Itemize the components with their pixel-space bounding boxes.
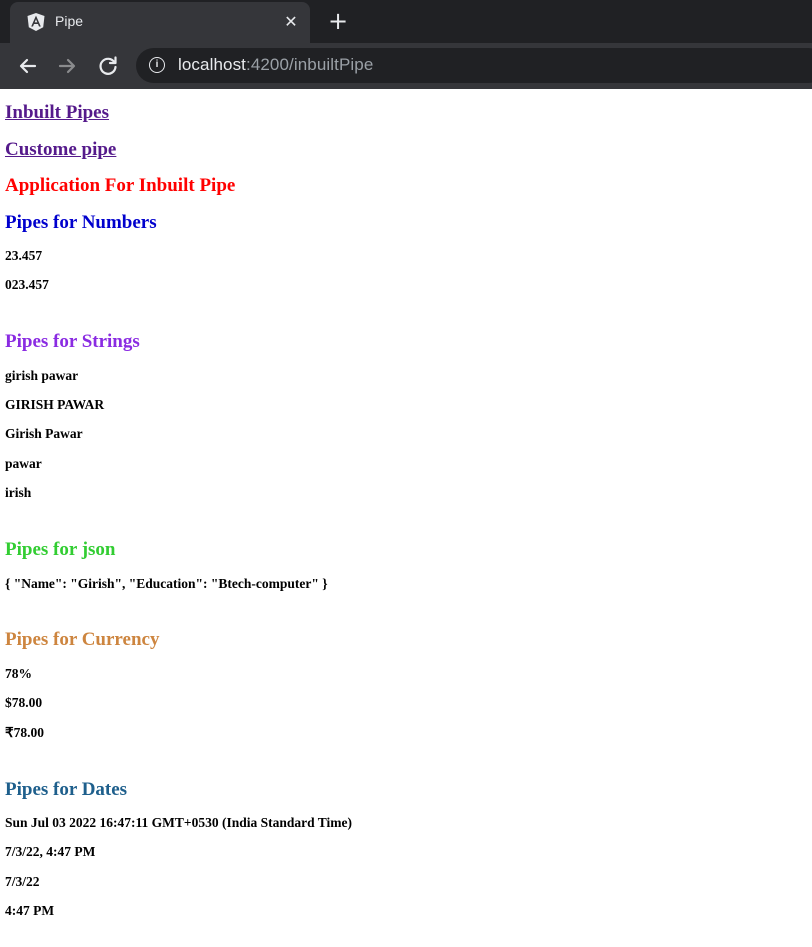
heading-json: Pipes for json <box>5 539 116 560</box>
reload-icon[interactable] <box>95 53 121 79</box>
tab-strip: Pipe ✕ + <box>0 0 812 43</box>
number-item: 23.457 <box>5 248 43 263</box>
back-arrow-icon[interactable] <box>15 53 41 79</box>
currency-item: $78.00 <box>5 695 43 710</box>
angular-logo-icon <box>27 13 45 31</box>
number-item: 023.457 <box>5 277 49 292</box>
browser-chrome: Pipe ✕ + i localhost:4200/inbuiltPipe <box>0 0 812 89</box>
link-custome-pipe[interactable]: Custome pipe <box>5 139 116 161</box>
url-text: localhost:4200/inbuiltPipe <box>178 55 373 75</box>
close-icon[interactable]: ✕ <box>280 11 302 33</box>
date-item: 7/3/22, 4:47 PM <box>5 844 96 859</box>
string-item: pawar <box>5 456 42 471</box>
heading-dates: Pipes for Dates <box>5 779 128 800</box>
currency-item: 78% <box>5 666 32 681</box>
address-bar[interactable]: i localhost:4200/inbuiltPipe <box>136 48 812 83</box>
heading-strings: Pipes for Strings <box>5 331 140 352</box>
date-item: 4:47 PM <box>5 903 55 918</box>
string-item: irish <box>5 485 32 500</box>
info-icon[interactable]: i <box>149 57 165 73</box>
string-item: GIRISH PAWAR <box>5 397 105 412</box>
currency-item: ₹78.00 <box>5 725 44 740</box>
page-content: Inbuilt Pipes Custome pipe Application F… <box>0 89 812 947</box>
page-title: Application For Inbuilt Pipe <box>5 175 236 196</box>
heading-currency: Pipes for Currency <box>5 629 160 650</box>
tab-title: Pipe <box>55 13 84 29</box>
url-path: :4200/inbuiltPipe <box>246 55 374 74</box>
plus-icon[interactable]: + <box>325 8 351 34</box>
link-inbuilt-pipes[interactable]: Inbuilt Pipes <box>5 102 109 124</box>
date-item: 7/3/22 <box>5 874 40 889</box>
string-item: Girish Pawar <box>5 426 83 441</box>
json-item: { "Name": "Girish", "Education": "Btech-… <box>5 576 328 591</box>
forward-arrow-icon[interactable] <box>54 53 80 79</box>
date-item: Sun Jul 03 2022 16:47:11 GMT+0530 (India… <box>5 815 353 830</box>
heading-numbers: Pipes for Numbers <box>5 212 157 233</box>
browser-toolbar: i localhost:4200/inbuiltPipe <box>0 43 812 89</box>
string-item: girish pawar <box>5 368 79 383</box>
browser-tab[interactable]: Pipe ✕ <box>10 2 310 43</box>
url-host: localhost <box>178 55 246 74</box>
